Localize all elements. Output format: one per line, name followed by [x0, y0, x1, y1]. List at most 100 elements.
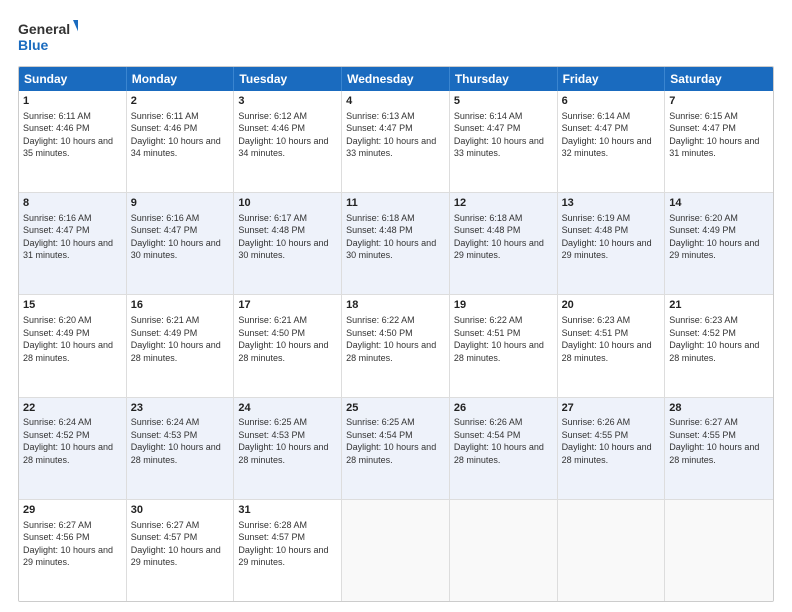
header-cell-friday: Friday	[558, 67, 666, 91]
calendar-cell-day-3: 3 Sunrise: 6:12 AM Sunset: 4:46 PM Dayli…	[234, 91, 342, 192]
sunrise-info: Sunrise: 6:11 AM	[131, 111, 199, 121]
daylight-info: Daylight: 10 hours and 35 minutes.	[23, 136, 113, 158]
sunset-info: Sunset: 4:50 PM	[238, 328, 305, 338]
sunrise-info: Sunrise: 6:22 AM	[454, 315, 523, 325]
daylight-info: Daylight: 10 hours and 28 minutes.	[669, 442, 759, 464]
sunset-info: Sunset: 4:52 PM	[669, 328, 736, 338]
day-number: 6	[562, 94, 661, 109]
sunset-info: Sunset: 4:51 PM	[454, 328, 521, 338]
empty-cell	[450, 500, 558, 601]
daylight-info: Daylight: 10 hours and 31 minutes.	[669, 136, 759, 158]
daylight-info: Daylight: 10 hours and 28 minutes.	[131, 442, 221, 464]
sunrise-info: Sunrise: 6:23 AM	[669, 315, 738, 325]
calendar-header: SundayMondayTuesdayWednesdayThursdayFrid…	[19, 67, 773, 91]
calendar-row-4: 22 Sunrise: 6:24 AM Sunset: 4:52 PM Dayl…	[19, 398, 773, 500]
sunrise-info: Sunrise: 6:20 AM	[23, 315, 92, 325]
sunset-info: Sunset: 4:49 PM	[131, 328, 198, 338]
daylight-info: Daylight: 10 hours and 33 minutes.	[454, 136, 544, 158]
calendar-cell-day-18: 18 Sunrise: 6:22 AM Sunset: 4:50 PM Dayl…	[342, 295, 450, 396]
calendar-cell-day-16: 16 Sunrise: 6:21 AM Sunset: 4:49 PM Dayl…	[127, 295, 235, 396]
daylight-info: Daylight: 10 hours and 28 minutes.	[23, 340, 113, 362]
day-number: 27	[562, 401, 661, 416]
calendar-cell-day-4: 4 Sunrise: 6:13 AM Sunset: 4:47 PM Dayli…	[342, 91, 450, 192]
calendar-cell-day-31: 31 Sunrise: 6:28 AM Sunset: 4:57 PM Dayl…	[234, 500, 342, 601]
calendar-cell-day-13: 13 Sunrise: 6:19 AM Sunset: 4:48 PM Dayl…	[558, 193, 666, 294]
day-number: 24	[238, 401, 337, 416]
sunrise-info: Sunrise: 6:21 AM	[238, 315, 307, 325]
sunrise-info: Sunrise: 6:22 AM	[346, 315, 415, 325]
day-number: 13	[562, 196, 661, 211]
daylight-info: Daylight: 10 hours and 34 minutes.	[131, 136, 221, 158]
sunset-info: Sunset: 4:49 PM	[23, 328, 90, 338]
calendar-cell-day-27: 27 Sunrise: 6:26 AM Sunset: 4:55 PM Dayl…	[558, 398, 666, 499]
calendar-cell-day-20: 20 Sunrise: 6:23 AM Sunset: 4:51 PM Dayl…	[558, 295, 666, 396]
daylight-info: Daylight: 10 hours and 28 minutes.	[454, 442, 544, 464]
calendar-cell-day-11: 11 Sunrise: 6:18 AM Sunset: 4:48 PM Dayl…	[342, 193, 450, 294]
day-number: 30	[131, 503, 230, 518]
empty-cell	[342, 500, 450, 601]
calendar-cell-day-22: 22 Sunrise: 6:24 AM Sunset: 4:52 PM Dayl…	[19, 398, 127, 499]
calendar-cell-day-24: 24 Sunrise: 6:25 AM Sunset: 4:53 PM Dayl…	[234, 398, 342, 499]
sunrise-info: Sunrise: 6:24 AM	[131, 417, 200, 427]
sunrise-info: Sunrise: 6:26 AM	[454, 417, 523, 427]
day-number: 4	[346, 94, 445, 109]
daylight-info: Daylight: 10 hours and 32 minutes.	[562, 136, 652, 158]
sunrise-info: Sunrise: 6:15 AM	[669, 111, 738, 121]
sunset-info: Sunset: 4:47 PM	[131, 225, 198, 235]
sunset-info: Sunset: 4:54 PM	[454, 430, 521, 440]
daylight-info: Daylight: 10 hours and 29 minutes.	[454, 238, 544, 260]
calendar-cell-day-5: 5 Sunrise: 6:14 AM Sunset: 4:47 PM Dayli…	[450, 91, 558, 192]
day-number: 25	[346, 401, 445, 416]
calendar-cell-day-10: 10 Sunrise: 6:17 AM Sunset: 4:48 PM Dayl…	[234, 193, 342, 294]
sunrise-info: Sunrise: 6:24 AM	[23, 417, 92, 427]
sunrise-info: Sunrise: 6:14 AM	[454, 111, 523, 121]
sunset-info: Sunset: 4:48 PM	[346, 225, 413, 235]
logo: General Blue	[18, 18, 78, 56]
sunset-info: Sunset: 4:53 PM	[131, 430, 198, 440]
day-number: 15	[23, 298, 122, 313]
calendar-cell-day-6: 6 Sunrise: 6:14 AM Sunset: 4:47 PM Dayli…	[558, 91, 666, 192]
calendar-cell-day-25: 25 Sunrise: 6:25 AM Sunset: 4:54 PM Dayl…	[342, 398, 450, 499]
daylight-info: Daylight: 10 hours and 34 minutes.	[238, 136, 328, 158]
calendar: SundayMondayTuesdayWednesdayThursdayFrid…	[18, 66, 774, 602]
calendar-cell-day-28: 28 Sunrise: 6:27 AM Sunset: 4:55 PM Dayl…	[665, 398, 773, 499]
calendar-cell-day-26: 26 Sunrise: 6:26 AM Sunset: 4:54 PM Dayl…	[450, 398, 558, 499]
daylight-info: Daylight: 10 hours and 30 minutes.	[346, 238, 436, 260]
daylight-info: Daylight: 10 hours and 31 minutes.	[23, 238, 113, 260]
daylight-info: Daylight: 10 hours and 29 minutes.	[562, 238, 652, 260]
daylight-info: Daylight: 10 hours and 30 minutes.	[131, 238, 221, 260]
sunset-info: Sunset: 4:47 PM	[23, 225, 90, 235]
header-cell-thursday: Thursday	[450, 67, 558, 91]
sunset-info: Sunset: 4:57 PM	[238, 532, 305, 542]
empty-cell	[665, 500, 773, 601]
sunrise-info: Sunrise: 6:11 AM	[23, 111, 91, 121]
sunset-info: Sunset: 4:47 PM	[562, 123, 629, 133]
day-number: 11	[346, 196, 445, 211]
svg-text:Blue: Blue	[18, 37, 49, 53]
svg-text:General: General	[18, 21, 70, 37]
sunset-info: Sunset: 4:54 PM	[346, 430, 413, 440]
calendar-cell-day-9: 9 Sunrise: 6:16 AM Sunset: 4:47 PM Dayli…	[127, 193, 235, 294]
header-cell-saturday: Saturday	[665, 67, 773, 91]
daylight-info: Daylight: 10 hours and 28 minutes.	[346, 442, 436, 464]
sunset-info: Sunset: 4:56 PM	[23, 532, 90, 542]
daylight-info: Daylight: 10 hours and 29 minutes.	[669, 238, 759, 260]
day-number: 2	[131, 94, 230, 109]
sunset-info: Sunset: 4:47 PM	[669, 123, 736, 133]
day-number: 29	[23, 503, 122, 518]
calendar-cell-day-17: 17 Sunrise: 6:21 AM Sunset: 4:50 PM Dayl…	[234, 295, 342, 396]
page: General Blue SundayMondayTuesdayWednesda…	[0, 0, 792, 612]
calendar-cell-day-19: 19 Sunrise: 6:22 AM Sunset: 4:51 PM Dayl…	[450, 295, 558, 396]
day-number: 26	[454, 401, 553, 416]
daylight-info: Daylight: 10 hours and 28 minutes.	[669, 340, 759, 362]
daylight-info: Daylight: 10 hours and 28 minutes.	[346, 340, 436, 362]
daylight-info: Daylight: 10 hours and 28 minutes.	[131, 340, 221, 362]
sunrise-info: Sunrise: 6:23 AM	[562, 315, 631, 325]
header-cell-monday: Monday	[127, 67, 235, 91]
sunset-info: Sunset: 4:50 PM	[346, 328, 413, 338]
daylight-info: Daylight: 10 hours and 28 minutes.	[454, 340, 544, 362]
day-number: 12	[454, 196, 553, 211]
calendar-cell-day-12: 12 Sunrise: 6:18 AM Sunset: 4:48 PM Dayl…	[450, 193, 558, 294]
sunrise-info: Sunrise: 6:13 AM	[346, 111, 415, 121]
sunset-info: Sunset: 4:47 PM	[346, 123, 413, 133]
